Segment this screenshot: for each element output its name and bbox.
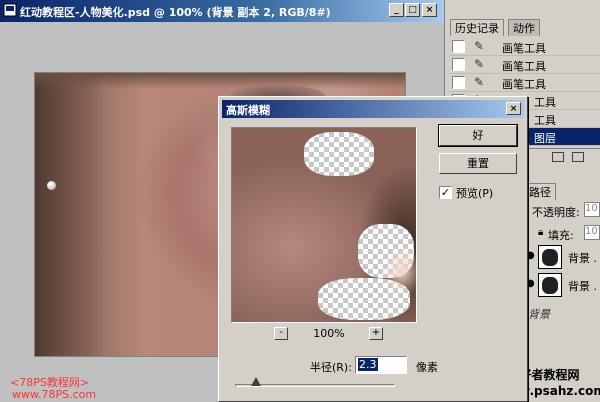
preview-lip-highlight: [382, 246, 416, 296]
dialog-title: 高斯模糊: [226, 104, 270, 117]
history-item[interactable]: ✎ 画笔工具: [450, 56, 600, 74]
zoom-level: 100%: [313, 327, 345, 340]
tab-history[interactable]: 历史记录: [450, 19, 504, 36]
history-snapshot-box[interactable]: [452, 76, 465, 89]
layer-row[interactable]: ● 背景 .: [524, 272, 600, 298]
background-layer-label[interactable]: 背景: [528, 306, 550, 322]
minimize-button[interactable]: _: [389, 3, 404, 17]
layer-row[interactable]: ● 背景 .: [524, 244, 600, 270]
brush-icon: ✎: [474, 39, 485, 53]
radius-input-value: 2.3: [358, 358, 378, 371]
new-document-icon[interactable]: [552, 152, 564, 162]
preview-checkbox-label[interactable]: 预览(P): [456, 185, 493, 201]
history-item[interactable]: ✎ 画笔工具: [450, 74, 600, 92]
reset-button[interactable]: 重置: [439, 153, 517, 174]
zoom-in-button[interactable]: +: [369, 327, 383, 340]
dialog-close-button[interactable]: ×: [506, 102, 521, 115]
transparent-area: [304, 132, 374, 176]
opacity-label: 不透明度:: [532, 206, 580, 219]
radius-slider-thumb[interactable]: [250, 377, 261, 386]
photo-hair-shading: [35, 73, 405, 89]
gaussian-blur-dialog: 高斯模糊 × - 100% + 好 重置 ✓ 预览(P) 半径(R): 2.3 …: [218, 96, 528, 402]
tab-actions[interactable]: 动作: [508, 19, 540, 36]
tab-paths[interactable]: 路径: [524, 183, 556, 200]
history-item[interactable]: ✎ 画笔工具: [450, 38, 600, 56]
dialog-titlebar[interactable]: 高斯模糊 ×: [222, 100, 524, 118]
photoshop-doc-icon: [3, 3, 17, 17]
history-snapshot-box[interactable]: [452, 58, 465, 71]
ok-button[interactable]: 好: [439, 125, 517, 146]
radius-unit: 像素: [416, 361, 438, 374]
brush-icon: ✎: [474, 75, 485, 89]
history-snapshot-box[interactable]: [452, 40, 465, 53]
layer-thumbnail: [538, 273, 562, 297]
fill-field[interactable]: 10: [584, 225, 600, 240]
maximize-button[interactable]: □: [405, 3, 420, 17]
layer-thumbnail: [538, 245, 562, 269]
zoom-out-button[interactable]: -: [274, 327, 288, 340]
brush-icon: ✎: [474, 57, 485, 71]
opacity-field[interactable]: 10: [584, 202, 600, 217]
close-button[interactable]: ×: [422, 3, 437, 17]
radius-label: 半径(R):: [310, 361, 352, 374]
photo-ear-shading: [35, 73, 105, 356]
fill-label: 填充:: [548, 229, 574, 242]
radius-input[interactable]: 2.3: [355, 356, 407, 374]
preview-checkbox[interactable]: ✓: [439, 186, 452, 199]
document-titlebar[interactable]: 红动教程区-人物美化.psd @ 100% (背景 副本 2, RGB/8#) …: [0, 0, 444, 22]
pearl-earring: [47, 181, 56, 190]
document-title: 红动教程区-人物美化.psd @ 100% (背景 副本 2, RGB/8#): [20, 6, 331, 19]
lock-icon[interactable]: 🔒︎: [538, 227, 543, 238]
camera-snapshot-icon[interactable]: [572, 152, 584, 162]
watermark-78ps-url: www.78PS.com: [12, 388, 97, 401]
blur-preview[interactable]: [231, 127, 417, 323]
